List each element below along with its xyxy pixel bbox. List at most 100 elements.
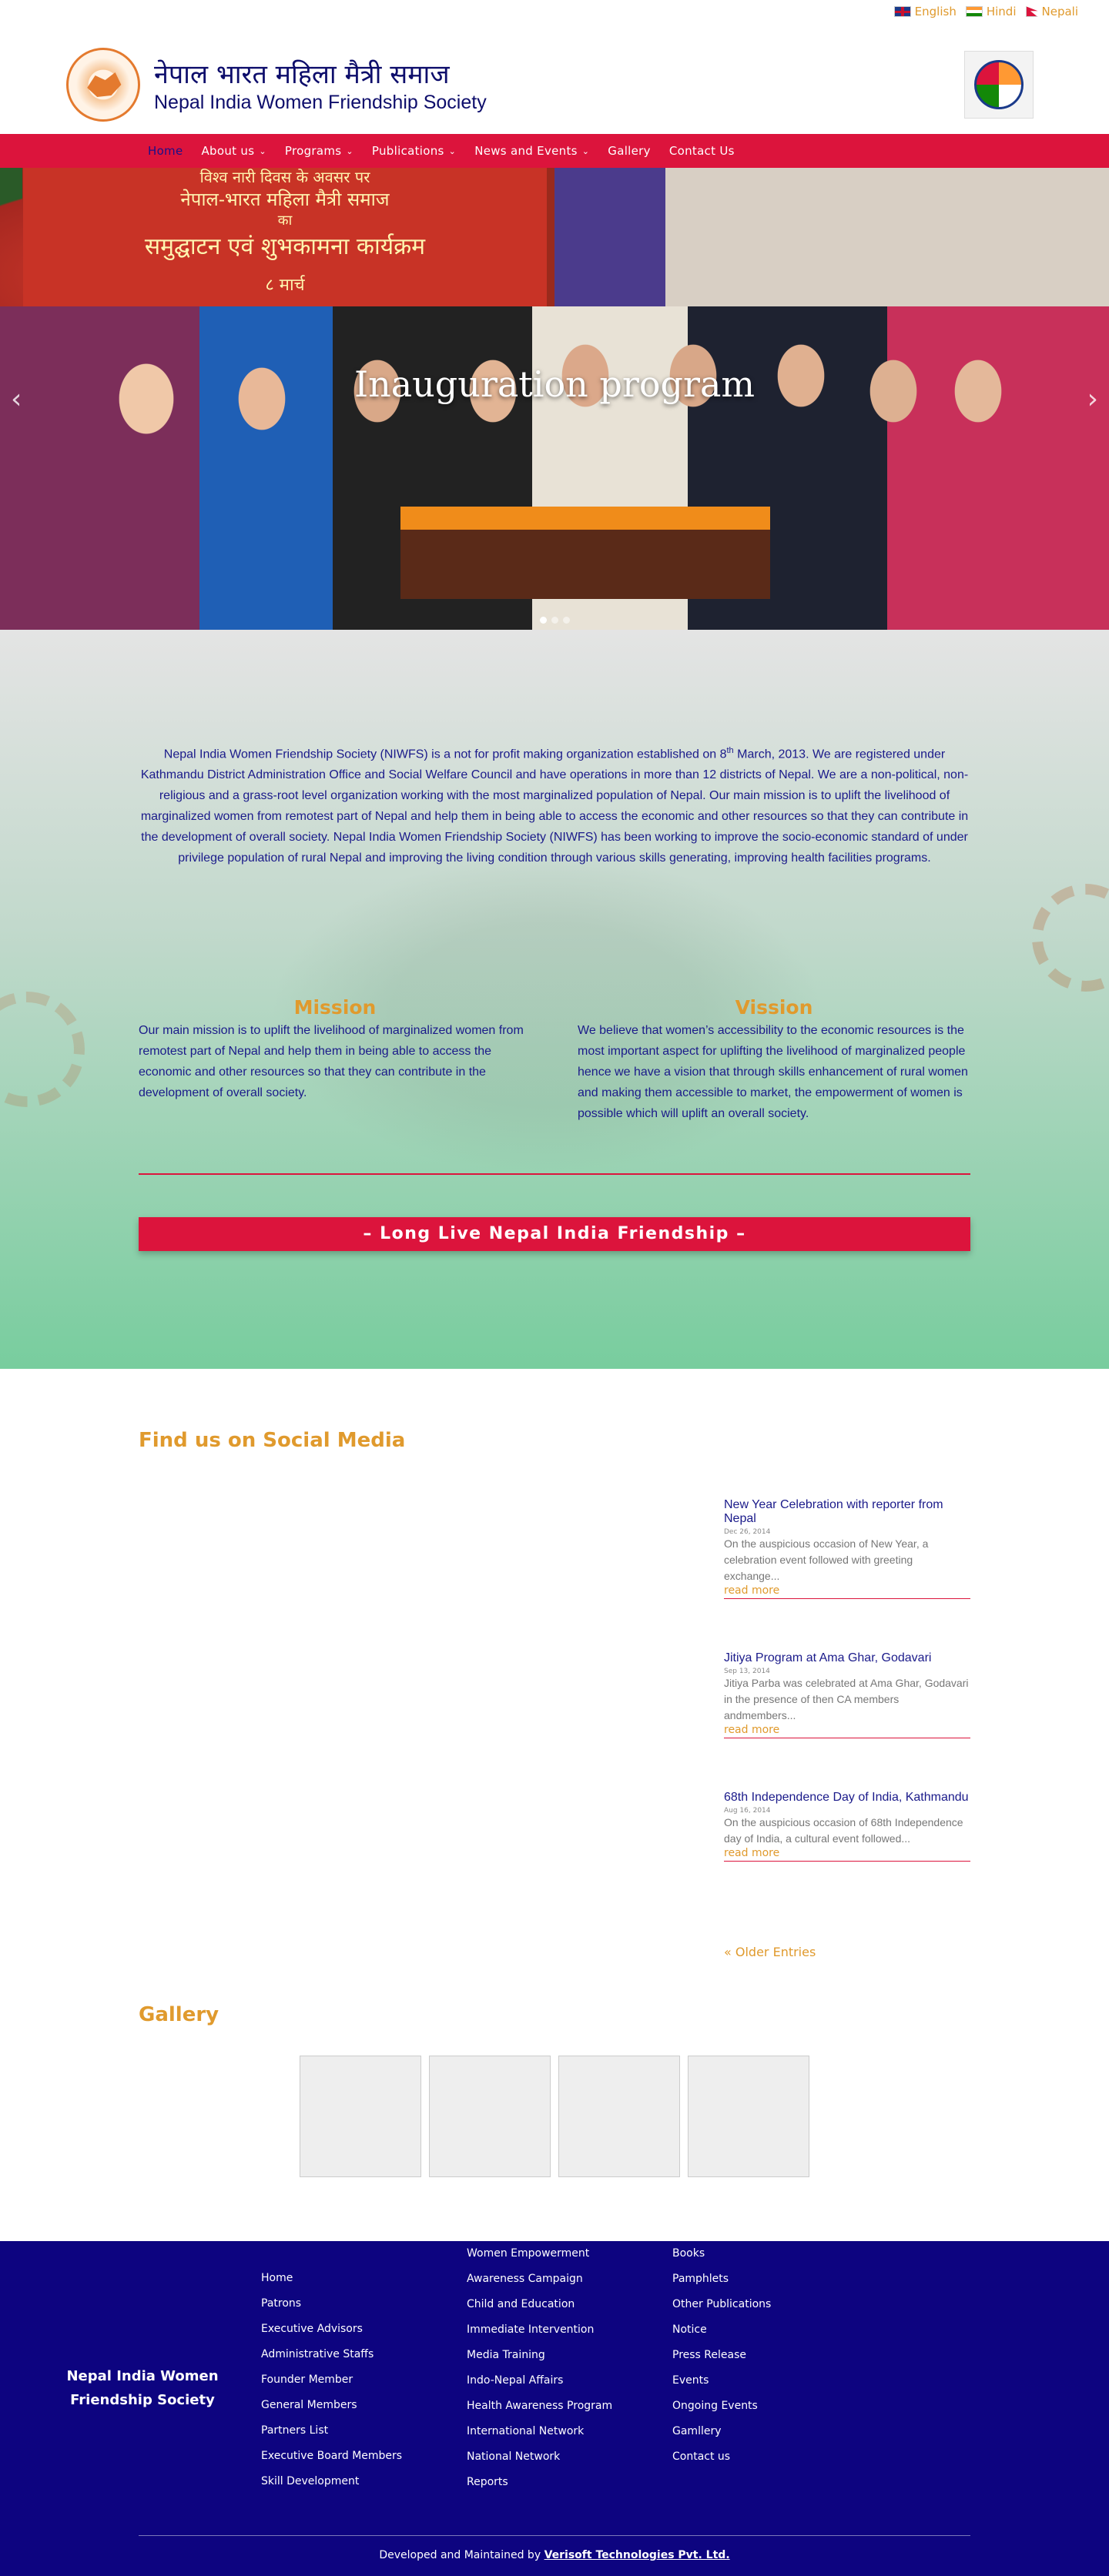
footer-credit: Developed and Maintained by Verisoft Tec… [0,2549,1109,2561]
emblem-icon [974,60,1024,109]
nav-about-us[interactable]: About us ⌄ [193,144,276,158]
footer-link[interactable]: Health Awareness Program [467,2394,612,2419]
lang-label: Nepali [1041,5,1079,18]
slider-dot[interactable] [562,617,570,624]
news-excerpt: On the auspicious occasion of 68th Indep… [724,1816,963,1845]
site-logo[interactable] [66,48,140,122]
footer-link[interactable]: Events [672,2368,771,2394]
news-title-link[interactable]: Jitiya Program at Ama Ghar, Godavari [724,1651,970,1665]
chevron-down-icon: ⌄ [581,146,590,156]
footer-link[interactable]: Reports [467,2470,612,2495]
footer-brand: Nepal India Women Friendship Society [66,2368,219,2408]
sun-watermark-icon [0,992,85,1107]
friendship-emblem [964,51,1034,119]
lang-english[interactable]: English [893,5,957,18]
lang-label: Hindi [986,5,1017,18]
footer-link[interactable]: Executive Advisors [261,2317,402,2342]
nav-gallery[interactable]: Gallery [598,144,660,158]
lang-hindi[interactable]: Hindi [965,5,1017,18]
banner-line: ८ मार्च [265,276,305,295]
footer-col-publications: Books Pamphlets Other Publications Notic… [672,2241,771,2470]
slider-dots [0,617,1109,624]
slider-dot[interactable] [539,617,547,624]
older-entries-link[interactable]: « Older Entries [724,1945,816,1959]
news-title-link[interactable]: New Year Celebration with reporter from … [724,1498,970,1526]
site-title: नेपाल भारत महिला मैत्री समाज Nepal India… [154,59,487,114]
news-title-link[interactable]: 68th Independence Day of India, Kathmand… [724,1791,970,1805]
site-header: नेपाल भारत महिला मैत्री समाज Nepal India… [0,31,1109,135]
footer-link[interactable]: Executive Board Members [261,2444,402,2469]
vision-text: We believe that women’s accessibility to… [578,1024,968,1120]
chevron-right-icon[interactable]: › [1087,383,1098,415]
slide-title: Inauguration program [353,363,756,405]
news-excerpt: Jitiya Parba was celebrated at Ama Ghar,… [724,1677,969,1721]
footer-link[interactable]: National Network [467,2444,612,2470]
footer-link[interactable]: Books [672,2241,771,2267]
main-nav: Home About us ⌄ Programs ⌄ Publications ⌄ N… [0,134,1109,168]
social-heading: Find us on Social Media [139,1429,406,1452]
footer-link[interactable]: Pamphlets [672,2267,771,2292]
nav-home[interactable]: Home [139,144,193,158]
footer-col-programs: Women Empowerment Awareness Campaign Chi… [467,2241,612,2495]
footer-divider [139,2535,970,2536]
footer-link[interactable]: Notice [672,2317,771,2343]
banner-line: का [277,212,293,229]
slider-dot[interactable] [551,617,558,624]
credit-text: Developed and Maintained by [379,2549,544,2561]
banner-line: नेपाल-भारत महिला मैत्री समाज [180,189,390,210]
map-logo-icon [87,72,122,97]
footer-link[interactable]: Child and Education [467,2292,612,2317]
mission-title: Mission [293,996,377,1019]
gallery-thumbnail[interactable] [558,2056,680,2177]
vision-title: Vission [735,996,813,1019]
footer-link[interactable]: Contact us [672,2444,771,2470]
footer-link[interactable]: Gamllery [672,2419,771,2444]
footer-link[interactable]: Indo-Nepal Affairs [467,2368,612,2394]
nav-label: Gallery [608,144,651,158]
site-title-english: Nepal India Women Friendship Society [154,92,487,113]
read-more-link[interactable]: read more [724,1847,970,1862]
news-date: Dec 26, 2014 [724,1528,771,1536]
footer-link[interactable]: International Network [467,2419,612,2444]
lang-label: English [914,5,957,18]
nav-publications[interactable]: Publications ⌄ [363,144,465,158]
read-more-link[interactable]: read more [724,1584,970,1599]
nav-label: Contact Us [668,144,735,158]
footer-link[interactable]: Home [261,2266,402,2291]
about-text: Nepal India Women Friendship Society (NI… [140,746,969,865]
nav-contact-us[interactable]: Contact Us [660,144,744,158]
slide-banner: विश्व नारी दिवस के अवसर पर नेपाल-भारत मह… [23,168,547,306]
footer-link[interactable]: Media Training [467,2343,612,2368]
footer-link[interactable]: Immediate Intervention [467,2317,612,2343]
banner-line: समुद्घाटन एवं शुभकामना कार्यक्रम [144,233,426,260]
footer-link[interactable]: Ongoing Events [672,2394,771,2419]
lang-nepali[interactable]: Nepali [1025,5,1079,18]
vision-block: Vission We believe that women’s accessib… [578,996,970,1124]
footer-link[interactable]: Skill Development [261,2469,402,2494]
np-flag-icon [1025,6,1038,17]
news-item: New Year Celebration with reporter from … [724,1498,970,1599]
mission-text: Our main mission is to uplift the liveli… [139,1024,524,1099]
news-item: 68th Independence Day of India, Kathmand… [724,1791,970,1862]
nav-label: News and Events [474,144,578,158]
footer-link[interactable]: Other Publications [672,2292,771,2317]
footer-link[interactable]: General Members [261,2393,402,2418]
footer-link[interactable]: Women Empowerment [467,2241,612,2267]
gallery-thumbnail[interactable] [688,2056,809,2177]
about-section: Nepal India Women Friendship Society (NI… [0,630,1109,1369]
footer-link[interactable]: Patrons [261,2291,402,2317]
footer-link[interactable]: Founder Member [261,2367,402,2393]
footer-link[interactable]: Press Release [672,2343,771,2368]
footer-link[interactable]: Awareness Campaign [467,2267,612,2292]
gallery-thumbnail[interactable] [300,2056,421,2177]
chevron-left-icon[interactable]: ‹ [11,383,22,415]
read-more-link[interactable]: read more [724,1724,970,1738]
developer-link[interactable]: Verisoft Technologies Pvt. Ltd. [544,2549,730,2561]
nav-news-events[interactable]: News and Events ⌄ [465,144,598,158]
footer-link[interactable]: Administrative Staffs [261,2342,402,2367]
friendship-slogan-banner: – Long Live Nepal India Friendship – [139,1217,970,1251]
footer-link[interactable]: Partners List [261,2418,402,2444]
gallery-thumbnail[interactable] [429,2056,551,2177]
nav-programs[interactable]: Programs ⌄ [276,144,363,158]
news-excerpt: On the auspicious occasion of New Year, … [724,1537,929,1582]
